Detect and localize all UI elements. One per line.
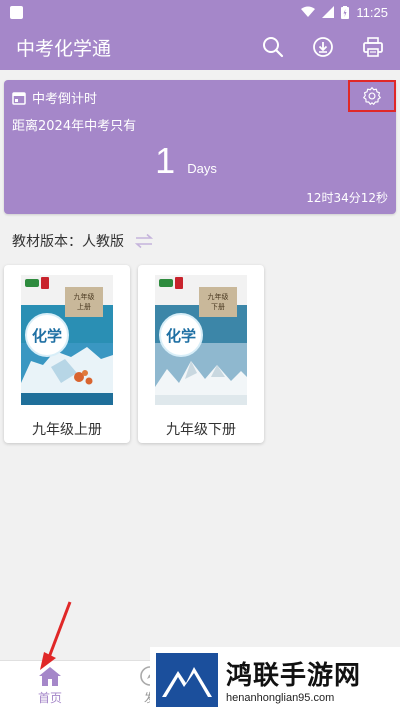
download-icon [313, 37, 333, 57]
calendar-icon [12, 91, 26, 105]
publisher-logo-icon [25, 279, 39, 287]
book-card-grade9-vol2[interactable]: 九年级 下册 化学 九年级下册 [138, 265, 264, 443]
book-list: 九年级 上册 化学 九年级上册 九年级 下册 化学 九年级下册 [4, 265, 264, 443]
print-icon [363, 37, 383, 57]
wifi-icon [301, 6, 316, 17]
publisher-logo-icon [159, 279, 173, 287]
edition-label: 教材版本：人教版 [12, 234, 124, 250]
download-button[interactable] [310, 34, 336, 60]
cover-title: 化学 [159, 313, 203, 357]
gear-icon [363, 87, 381, 105]
switch-arrows-icon[interactable] [134, 233, 154, 249]
status-time: 11:25 [356, 4, 388, 20]
exam-countdown-card[interactable]: 中考倒计时 距离2024年中考只有 1 Days 12时34分12秒 [4, 80, 396, 214]
days-value: 1 [155, 140, 176, 181]
countdown-header: 中考倒计时 [12, 88, 97, 107]
countdown-subtitle: 距离2024年中考只有 [12, 119, 137, 134]
nav-home-label: 首页 [37, 691, 62, 705]
app-bar: 中考化学通 [0, 24, 400, 70]
search-button[interactable] [260, 34, 286, 60]
cover-grade-label: 九年级 上册 [65, 287, 103, 317]
cover-grade-label: 九年级 下册 [199, 287, 237, 317]
book-cover: 九年级 上册 化学 [21, 275, 113, 405]
signal-icon [322, 6, 335, 18]
book-title: 九年级下册 [166, 422, 236, 438]
book-card-grade9-vol1[interactable]: 九年级 上册 化学 九年级上册 [4, 265, 130, 443]
cover-title: 化学 [25, 313, 69, 357]
status-bar: 11:25 [0, 0, 400, 24]
print-button[interactable] [360, 34, 386, 60]
watermark-name: 鸿联手游网 [226, 661, 362, 691]
textbook-edition-row[interactable]: 教材版本：人教版 [0, 222, 400, 260]
watermark-url: henanhonglian95.com [226, 692, 335, 704]
red-arrow-annotation [40, 601, 72, 670]
notification-icon [10, 5, 23, 19]
battery-icon [341, 5, 350, 19]
book-cover: 九年级 下册 化学 [155, 275, 247, 405]
countdown-settings-button[interactable] [348, 80, 396, 112]
countdown-days: 1 Days [4, 140, 396, 186]
search-icon [263, 37, 284, 58]
watermark-logo-icon [156, 652, 218, 707]
site-watermark: 鸿联手游网 henanhonglian95.com [150, 647, 400, 712]
countdown-title: 中考倒计时 [32, 92, 98, 107]
countdown-remaining: 12时34分12秒 [306, 191, 388, 205]
book-title: 九年级上册 [32, 422, 102, 438]
app-title: 中考化学通 [16, 37, 112, 60]
days-unit: Days [187, 161, 217, 176]
